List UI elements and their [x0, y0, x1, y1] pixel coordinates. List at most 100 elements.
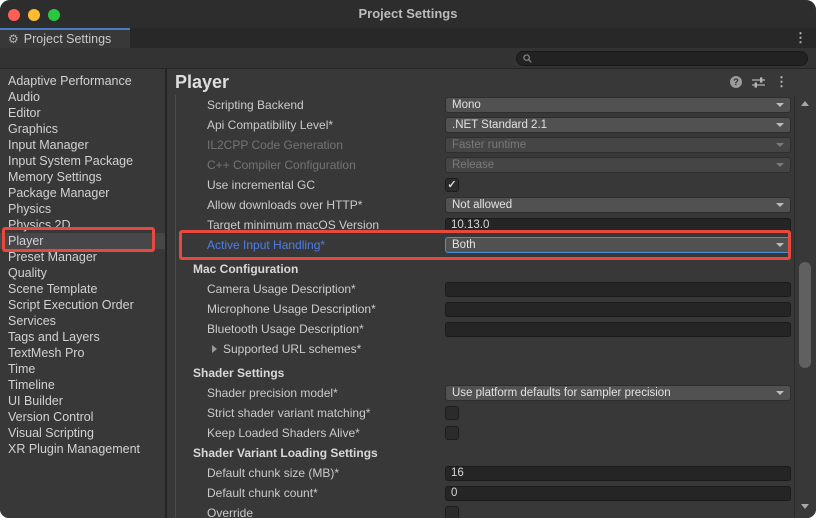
override-checkbox[interactable]	[445, 506, 459, 518]
window-title: Project Settings	[0, 6, 816, 21]
sidebar-item-preset-manager[interactable]: Preset Manager	[0, 249, 165, 265]
control-default-chunk-size-mb: 16	[445, 466, 791, 481]
shader-variant-loading-settings-label: Shader Variant Loading Settings	[180, 446, 378, 460]
sidebar-item-services[interactable]: Services	[0, 313, 165, 329]
setting-row-default-chunk-count: Default chunk count*0	[180, 483, 791, 503]
control-il2cpp-code-generation: Faster runtime	[445, 137, 791, 153]
sidebar-item-physics-2d[interactable]: Physics 2D	[0, 217, 165, 233]
camera-usage-description-label: Camera Usage Description*	[180, 282, 445, 296]
section-header-shader-variant-loading-settings: Shader Variant Loading Settings	[180, 443, 791, 463]
active-input-handling-dropdown[interactable]: Both	[445, 237, 791, 253]
sidebar-item-script-execution-order[interactable]: Script Execution Order	[0, 297, 165, 313]
sidebar-item-adaptive-performance[interactable]: Adaptive Performance	[0, 73, 165, 89]
use-incremental-gc-label: Use incremental GC	[180, 178, 445, 192]
keep-loaded-shaders-alive-label: Keep Loaded Shaders Alive*	[180, 426, 445, 440]
c-compiler-configuration-label: C++ Compiler Configuration	[180, 158, 445, 172]
mac-configuration-label: Mac Configuration	[180, 262, 298, 276]
strict-shader-variant-matching-checkbox[interactable]	[445, 406, 459, 420]
control-target-minimum-macos-version: 10.13.0	[445, 218, 791, 233]
default-chunk-size-mb-field[interactable]: 16	[445, 466, 791, 481]
search-box[interactable]	[516, 51, 808, 66]
panel-kebab-menu-icon[interactable]: ⋮	[775, 76, 788, 88]
titlebar[interactable]: Project Settings	[0, 0, 816, 28]
sidebar-item-quality[interactable]: Quality	[0, 265, 165, 281]
control-api-compatibility-level: .NET Standard 2.1	[445, 117, 791, 133]
shader-precision-model-value: Use platform defaults for sampler precis…	[452, 387, 772, 399]
scripting-backend-dropdown[interactable]: Mono	[445, 97, 791, 113]
panel-header-icons: ? ⋮	[730, 76, 788, 88]
api-compatibility-level-dropdown[interactable]: .NET Standard 2.1	[445, 117, 791, 133]
scroll-down-arrow-icon[interactable]	[801, 504, 809, 509]
il2cpp-code-generation-label: IL2CPP Code Generation	[180, 138, 445, 152]
sidebar-item-version-control[interactable]: Version Control	[0, 409, 165, 425]
sidebar-item-graphics[interactable]: Graphics	[0, 121, 165, 137]
sidebar-item-scene-template[interactable]: Scene Template	[0, 281, 165, 297]
il2cpp-code-generation-dropdown: Faster runtime	[445, 137, 791, 153]
shader-precision-model-dropdown[interactable]: Use platform defaults for sampler precis…	[445, 385, 791, 401]
control-microphone-usage-description	[445, 302, 791, 317]
allow-downloads-over-http-dropdown[interactable]: Not allowed	[445, 197, 791, 213]
setting-row-active-input-handling: Active Input Handling*Both	[180, 235, 791, 255]
sidebar-item-textmesh-pro[interactable]: TextMesh Pro	[0, 345, 165, 361]
c-compiler-configuration-value: Release	[452, 159, 772, 171]
control-c-compiler-configuration: Release	[445, 157, 791, 173]
setting-row-keep-loaded-shaders-alive: Keep Loaded Shaders Alive*	[180, 423, 791, 443]
sidebar-item-xr-plugin-management[interactable]: XR Plugin Management	[0, 441, 165, 457]
default-chunk-count-label: Default chunk count*	[180, 486, 445, 500]
shader-settings-label: Shader Settings	[180, 366, 284, 380]
sidebar-item-ui-builder[interactable]: UI Builder	[0, 393, 165, 409]
target-minimum-macos-version-field[interactable]: 10.13.0	[445, 218, 791, 233]
setting-row-use-incremental-gc: Use incremental GC✓	[180, 175, 791, 195]
control-active-input-handling: Both	[445, 237, 791, 253]
sidebar-item-player[interactable]: Player	[0, 233, 165, 249]
search-input[interactable]	[536, 53, 786, 65]
foldout-arrow-icon[interactable]	[212, 345, 217, 353]
sidebar-item-editor[interactable]: Editor	[0, 105, 165, 121]
microphone-usage-description-label: Microphone Usage Description*	[180, 302, 445, 316]
sidebar-item-input-system-package[interactable]: Input System Package	[0, 153, 165, 169]
panel-header: Player ? ⋮	[167, 69, 816, 95]
sidebar-item-physics[interactable]: Physics	[0, 201, 165, 217]
control-override	[445, 506, 791, 518]
camera-usage-description-field[interactable]	[445, 282, 791, 297]
setting-row-c-compiler-configuration: C++ Compiler Configuration Release	[180, 155, 791, 175]
api-compatibility-level-label: Api Compatibility Level*	[180, 118, 445, 132]
default-chunk-size-mb-label: Default chunk size (MB)*	[180, 466, 445, 480]
use-incremental-gc-checkbox[interactable]: ✓	[445, 178, 459, 192]
preset-icon[interactable]	[752, 77, 765, 88]
sidebar-item-audio[interactable]: Audio	[0, 89, 165, 105]
chevron-down-icon	[776, 143, 784, 147]
tab-project-settings[interactable]: ⚙ Project Settings	[0, 28, 130, 48]
sidebar-item-memory-settings[interactable]: Memory Settings	[0, 169, 165, 185]
section-header-mac-configuration: Mac Configuration	[180, 259, 791, 279]
control-allow-downloads-over-http: Not allowed	[445, 197, 791, 213]
sidebar-item-input-manager[interactable]: Input Manager	[0, 137, 165, 153]
scrollbar-thumb[interactable]	[799, 262, 811, 368]
sidebar-item-timeline[interactable]: Timeline	[0, 377, 165, 393]
setting-row-microphone-usage-description: Microphone Usage Description*	[180, 299, 791, 319]
setting-row-supported-url-schemes: Supported URL schemes*	[180, 339, 791, 359]
chevron-down-icon	[776, 243, 784, 247]
bluetooth-usage-description-field[interactable]	[445, 322, 791, 337]
sidebar-item-tags-and-layers[interactable]: Tags and Layers	[0, 329, 165, 345]
vertical-scrollbar[interactable]	[794, 95, 816, 518]
help-icon[interactable]: ?	[730, 76, 742, 88]
control-strict-shader-variant-matching	[445, 406, 791, 420]
keep-loaded-shaders-alive-checkbox[interactable]	[445, 426, 459, 440]
control-use-incremental-gc: ✓	[445, 178, 791, 192]
sidebar-item-package-manager[interactable]: Package Manager	[0, 185, 165, 201]
sidebar-item-visual-scripting[interactable]: Visual Scripting	[0, 425, 165, 441]
setting-row-override: Override	[180, 503, 791, 518]
tabbar-kebab-menu-icon[interactable]: ⋮	[794, 30, 807, 46]
bluetooth-usage-description-label: Bluetooth Usage Description*	[180, 322, 445, 336]
shader-precision-model-label: Shader precision model*	[180, 386, 445, 400]
scroll-up-arrow-icon[interactable]	[801, 101, 809, 106]
default-chunk-count-field[interactable]: 0	[445, 486, 791, 501]
active-input-handling-label: Active Input Handling*	[180, 238, 445, 252]
sidebar-item-time[interactable]: Time	[0, 361, 165, 377]
setting-row-target-minimum-macos-version: Target minimum macOS Version10.13.0	[180, 215, 791, 235]
microphone-usage-description-field[interactable]	[445, 302, 791, 317]
chevron-down-icon	[776, 123, 784, 127]
target-minimum-macos-version-label: Target minimum macOS Version	[180, 218, 445, 232]
setting-row-shader-precision-model: Shader precision model* Use platform defa…	[180, 383, 791, 403]
